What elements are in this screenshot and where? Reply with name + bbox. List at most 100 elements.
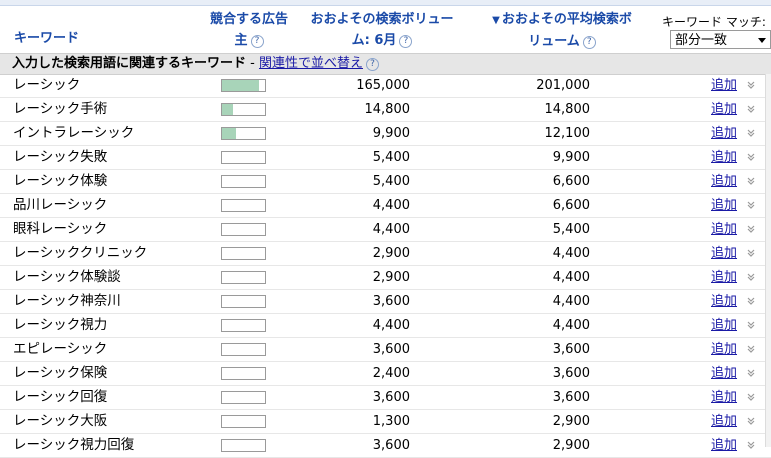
average-volume-value: 4,400 (552, 246, 590, 261)
add-keyword-link[interactable]: 追加 (711, 388, 737, 407)
chevron-down-icon[interactable] (746, 368, 756, 378)
scrollbar[interactable] (765, 74, 771, 447)
average-volume-value: 6,600 (552, 174, 590, 189)
chevron-down-icon[interactable] (746, 344, 756, 354)
add-keyword-link[interactable]: 追加 (711, 148, 737, 167)
chevron-down-icon[interactable] (746, 440, 756, 450)
keyword-text: レーシック体験談 (13, 269, 121, 285)
average-volume-value: 4,400 (552, 270, 590, 285)
sort-by-relevance-link[interactable]: 関連性で並べ替え (259, 56, 363, 71)
chevron-down-icon[interactable] (746, 272, 756, 282)
column-header-monthly-volume[interactable]: おおよその検索ボリュー ム: 6月? (302, 9, 462, 51)
keyword-text: レーシック神奈川 (13, 293, 121, 309)
chevron-down-icon[interactable] (746, 224, 756, 234)
competition-bar (221, 295, 266, 308)
keyword-text: レーシック視力 (13, 317, 108, 333)
add-keyword-link[interactable]: 追加 (711, 172, 737, 191)
chevron-down-icon[interactable] (746, 320, 756, 330)
keyword-text: エピレーシック (13, 341, 108, 357)
competition-bar (221, 223, 266, 236)
column-header-average-volume[interactable]: ▼ おおよその平均検索ボ リューム? (486, 9, 638, 52)
table-row: エピレーシック 3,600 3,600 追加 (0, 338, 771, 362)
average-volume-value: 14,800 (544, 102, 591, 117)
section-header: 入力した検索用語に関連するキーワード - 関連性で並べ替え? (0, 53, 771, 75)
sort-desc-icon: ▼ (492, 15, 500, 26)
competition-bar (221, 247, 266, 260)
keyword-text: 品川レーシック (13, 197, 108, 213)
add-keyword-link[interactable]: 追加 (711, 340, 737, 359)
column-header-competition-line1: 競合する広告 (209, 12, 288, 27)
add-keyword-link[interactable]: 追加 (711, 244, 737, 263)
table-row: 品川レーシック 4,400 6,600 追加 (0, 194, 771, 218)
average-volume-value: 9,900 (552, 150, 590, 165)
keyword-text: イントラレーシック (13, 125, 135, 141)
monthly-volume-value: 165,000 (356, 78, 410, 93)
column-header-volume-line2: ム: 6月 (351, 33, 397, 48)
average-volume-value: 5,400 (552, 222, 590, 237)
keyword-text: レーシッククリニック (13, 245, 148, 261)
dropdown-arrow-icon (758, 38, 766, 43)
add-keyword-link[interactable]: 追加 (711, 100, 737, 119)
table-header: キーワード 競合する広告 主? おおよその検索ボリュー ム: 6月? ▼ おおよそ… (0, 6, 771, 52)
monthly-volume-value: 5,400 (372, 150, 410, 165)
competition-bar (221, 319, 266, 332)
chevron-down-icon[interactable] (746, 392, 756, 402)
add-keyword-link[interactable]: 追加 (711, 316, 737, 335)
column-header-volume-line1: おおよその検索ボリュー (310, 12, 454, 27)
chevron-down-icon[interactable] (746, 104, 756, 114)
add-keyword-link[interactable]: 追加 (711, 292, 737, 311)
table-row: レーシック手術 14,800 14,800 追加 (0, 98, 771, 122)
competition-bar (221, 415, 266, 428)
average-volume-value: 3,600 (552, 366, 590, 381)
competition-bar (221, 151, 266, 164)
chevron-down-icon[interactable] (746, 128, 756, 138)
keyword-table: レーシック 165,000 201,000 追加 レーシック手術 14,800 14,800… (0, 74, 771, 458)
add-keyword-link[interactable]: 追加 (711, 76, 737, 95)
table-row: レーシック大阪 1,300 2,900 追加 (0, 410, 771, 434)
add-keyword-link[interactable]: 追加 (711, 196, 737, 215)
help-icon[interactable]: ? (582, 36, 596, 49)
competition-bar (221, 343, 266, 356)
chevron-down-icon[interactable] (746, 176, 756, 186)
column-header-average-line1: おおよその平均検索ボ (501, 12, 632, 27)
monthly-volume-value: 2,900 (372, 270, 410, 285)
column-header-competition[interactable]: 競合する広告 主? (206, 9, 292, 51)
help-icon[interactable]: ? (366, 58, 379, 71)
keyword-text: レーシック保険 (13, 365, 108, 381)
add-keyword-link[interactable]: 追加 (711, 124, 737, 143)
add-keyword-link[interactable]: 追加 (711, 364, 737, 383)
keyword-text: レーシック (13, 77, 81, 93)
chevron-down-icon[interactable] (746, 416, 756, 426)
column-header-keyword[interactable]: キーワード (14, 28, 79, 49)
column-header-average-line2: リューム (528, 34, 580, 49)
keyword-text: レーシック失敗 (13, 149, 108, 165)
competition-bar (221, 79, 266, 92)
table-row: レーシック視力 4,400 4,400 追加 (0, 314, 771, 338)
table-row: レーシッククリニック 2,900 4,400 追加 (0, 242, 771, 266)
competition-bar (221, 439, 266, 452)
chevron-down-icon[interactable] (746, 248, 756, 258)
add-keyword-link[interactable]: 追加 (711, 436, 737, 455)
add-keyword-link[interactable]: 追加 (711, 220, 737, 239)
match-type-value: 部分一致 (675, 33, 728, 48)
column-header-keyword-label: キーワード (14, 31, 80, 46)
chevron-down-icon[interactable] (746, 80, 756, 90)
help-icon[interactable]: ? (250, 35, 264, 48)
keyword-text: レーシック回復 (13, 389, 108, 405)
chevron-down-icon[interactable] (746, 152, 756, 162)
chevron-down-icon[interactable] (746, 200, 756, 210)
competition-bar-fill (222, 128, 236, 139)
add-keyword-link[interactable]: 追加 (711, 268, 737, 287)
average-volume-value: 201,000 (536, 78, 590, 93)
average-volume-value: 3,600 (552, 390, 590, 405)
table-row: レーシック回復 3,600 3,600 追加 (0, 386, 771, 410)
monthly-volume-value: 4,400 (372, 318, 410, 333)
competition-bar-fill (222, 104, 233, 115)
match-type-select[interactable]: 部分一致 (670, 30, 771, 49)
help-icon[interactable]: ? (399, 35, 413, 48)
chevron-down-icon[interactable] (746, 296, 756, 306)
competition-bar (221, 271, 266, 284)
average-volume-value: 6,600 (552, 198, 590, 213)
add-keyword-link[interactable]: 追加 (711, 412, 737, 431)
table-row: イントラレーシック 9,900 12,100 追加 (0, 122, 771, 146)
